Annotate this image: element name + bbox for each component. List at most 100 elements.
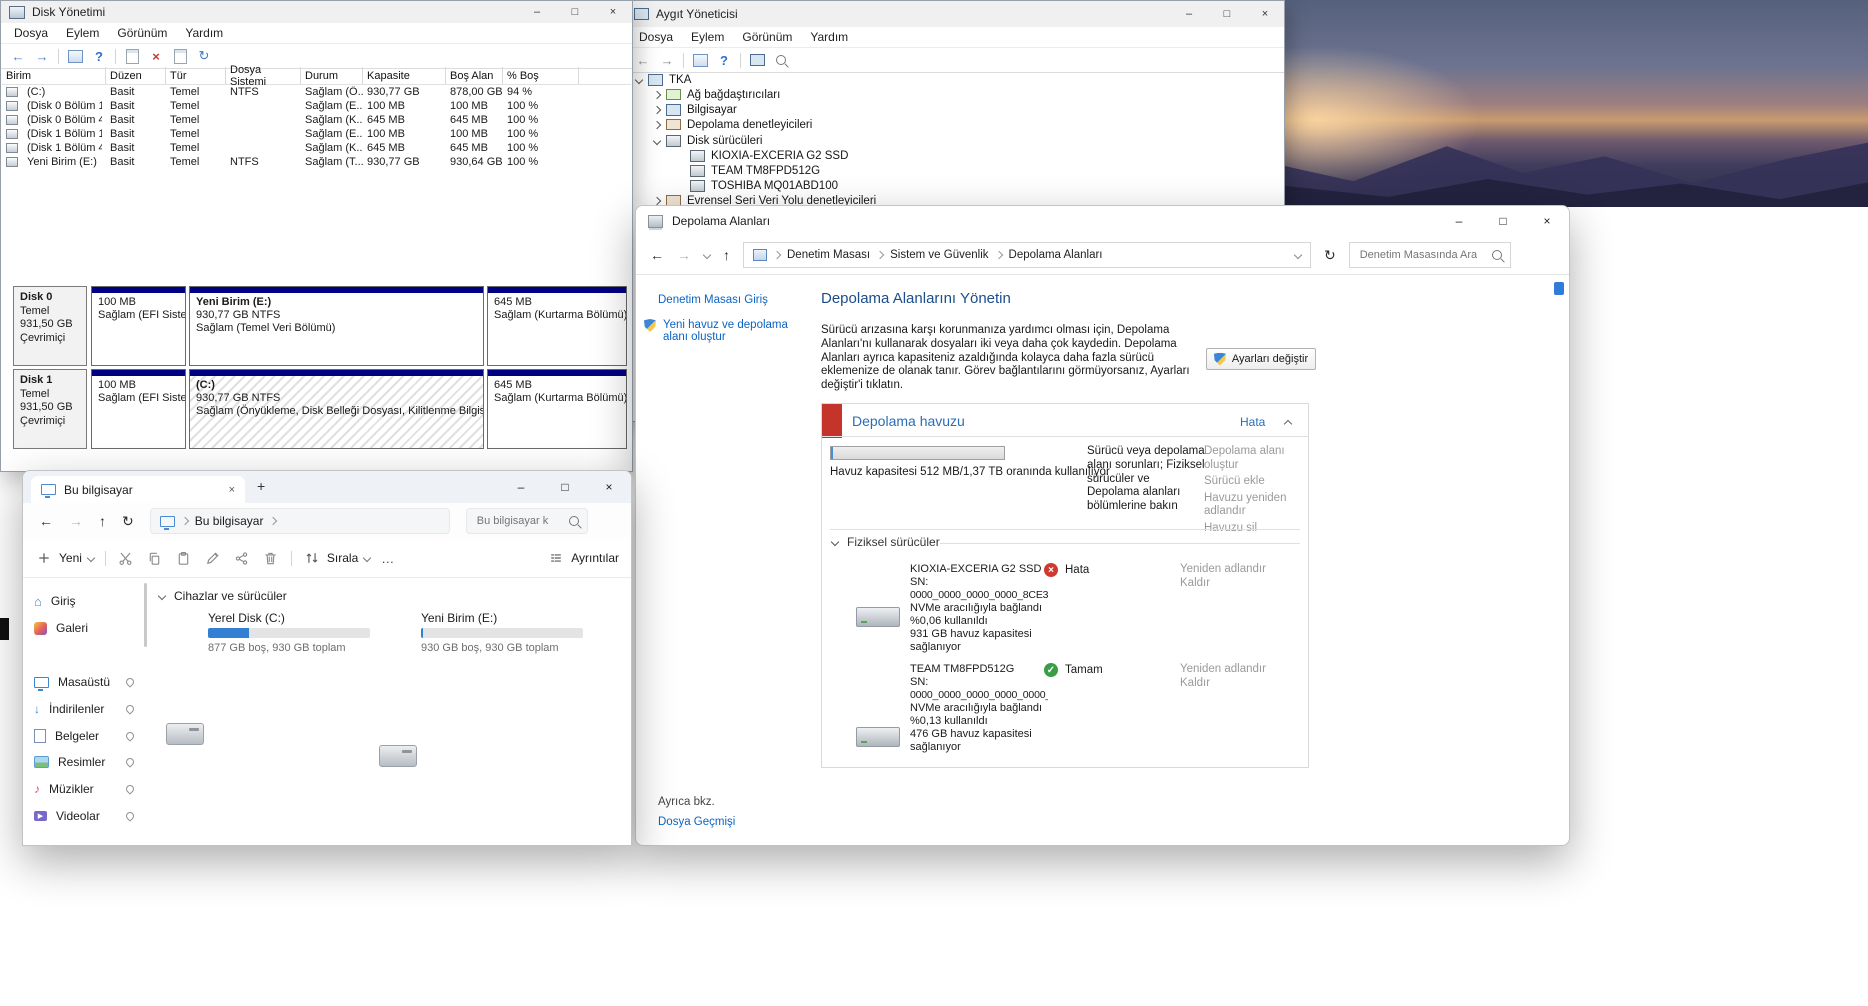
rename-pool-link[interactable]: Havuzu yeniden adlandır (1204, 492, 1304, 519)
up-icon[interactable]: ↑ (99, 514, 106, 528)
address-dropdown-chevron-icon[interactable] (1294, 251, 1302, 259)
create-pool-link[interactable]: Yeni havuz ve depolama alanı oluştur (644, 319, 812, 343)
sidebar-item-videos[interactable]: ▶ Videolar (27, 803, 141, 829)
remove-drive-link[interactable]: Kaldır (1180, 677, 1292, 691)
physical-drives-header[interactable]: Fiziksel sürücüler (832, 535, 940, 549)
remove-drive-link[interactable]: Kaldır (1180, 577, 1292, 591)
sidebar-item-desktop[interactable]: Masaüstü (27, 669, 141, 695)
table-row[interactable]: (Disk 0 Bölüm 1) BasitTemel Sağlam (E...… (2, 99, 631, 113)
collapsed-chevron-icon[interactable] (653, 120, 661, 128)
menu-gorunum[interactable]: Görünüm (108, 24, 176, 42)
sidebar-item-music[interactable]: ♪ Müzikler (27, 776, 141, 802)
collapsed-chevron-icon[interactable] (653, 105, 661, 113)
col-duzen[interactable]: Düzen (106, 67, 166, 84)
search-input[interactable] (1358, 248, 1486, 262)
copy-icon[interactable] (146, 549, 164, 567)
col-durum[interactable]: Durum (301, 67, 363, 84)
tab-this-pc[interactable]: Bu bilgisayar × (31, 476, 245, 503)
tab-close-icon[interactable]: × (229, 484, 235, 496)
col-dosya-sistemi[interactable]: Dosya Sistemi (226, 67, 301, 84)
new-tab-button[interactable]: + (257, 478, 265, 494)
rename-icon[interactable] (204, 549, 222, 567)
sidebar-item-pictures[interactable]: Resimler (27, 749, 141, 775)
table-row[interactable]: (C:) BasitTemel NTFSSağlam (Ö... 930,77 … (2, 85, 631, 99)
title-bar[interactable]: Aygıt Yöneticisi – □ × (626, 1, 1284, 27)
share-icon[interactable] (233, 549, 251, 567)
menu-eylem[interactable]: Eylem (682, 28, 733, 46)
new-button[interactable]: Yeni (35, 549, 94, 567)
title-bar[interactable]: Disk Yönetimi – □ × (1, 1, 632, 23)
refresh-icon[interactable]: ↻ (1324, 248, 1336, 262)
tree-item-storage-controllers[interactable]: Depolama denetleyicileri (654, 117, 812, 132)
help-icon[interactable]: ? (91, 48, 107, 64)
minimize-button[interactable]: – (499, 471, 543, 503)
menu-yardim[interactable]: Yardım (801, 28, 857, 46)
menu-eylem[interactable]: Eylem (57, 24, 108, 42)
control-panel-home-link[interactable]: Denetim Masası Giriş (658, 294, 768, 306)
cut-icon[interactable] (117, 549, 135, 567)
menu-dosya[interactable]: Dosya (5, 24, 57, 42)
col-kapasite[interactable]: Kapasite (363, 67, 446, 84)
col-pct-bos[interactable]: % Boş (503, 67, 579, 84)
breadcrumb-this-pc[interactable]: Bu bilgisayar (195, 514, 264, 528)
console-tree-icon[interactable] (67, 48, 83, 64)
details-view-button[interactable]: Ayrıntılar (547, 549, 619, 567)
close-button[interactable]: × (594, 1, 632, 23)
maximize-button[interactable]: □ (556, 1, 594, 23)
col-tur[interactable]: Tür (166, 67, 226, 84)
breadcrumb-control-panel[interactable]: Denetim Masası (787, 249, 870, 261)
pool-status-link[interactable]: Hata (1240, 415, 1265, 429)
menu-dosya[interactable]: Dosya (630, 28, 682, 46)
disk1-label[interactable]: Disk 1 Temel 931,50 GB Çevrimiçi (13, 369, 87, 449)
partition-disk1-efi[interactable]: 100 MBSağlam (EFI Sistem (91, 369, 186, 449)
maximize-button[interactable]: □ (1208, 1, 1246, 27)
create-storage-space-link[interactable]: Depolama alanı oluştur (1204, 445, 1304, 472)
table-row[interactable]: (Disk 1 Bölüm 1) BasitTemel Sağlam (E...… (2, 127, 631, 141)
collapsed-chevron-icon[interactable] (653, 90, 661, 98)
sidebar-item-gallery[interactable]: Galeri (27, 615, 141, 641)
forward-icon[interactable]: → (677, 248, 691, 262)
scan-hardware-icon[interactable] (773, 52, 789, 68)
close-button[interactable]: × (1246, 1, 1284, 27)
minimize-button[interactable]: – (1170, 1, 1208, 27)
rename-drive-link[interactable]: Yeniden adlandır (1180, 563, 1292, 577)
tree-item-network-adapters[interactable]: Ağ bağdaştırıcıları (654, 87, 780, 102)
drive-c-name[interactable]: Yerel Disk (C:) (208, 611, 285, 625)
close-button[interactable]: × (587, 471, 631, 503)
collapsed-chevron-icon[interactable] (653, 196, 661, 204)
menu-yardim[interactable]: Yardım (176, 24, 232, 42)
add-drive-link[interactable]: Sürücü ekle (1204, 475, 1304, 489)
disk0-label[interactable]: Disk 0 Temel 931,50 GB Çevrimiçi (13, 286, 87, 366)
address-bar[interactable]: Bu bilgisayar (150, 508, 450, 534)
tree-item-computer[interactable]: Bilgisayar (654, 102, 737, 117)
refresh-icon[interactable]: ↻ (196, 48, 212, 64)
delete-icon[interactable] (262, 549, 280, 567)
col-birim[interactable]: Birim (2, 67, 106, 84)
forward-icon[interactable]: → (659, 52, 675, 68)
breadcrumb-system-security[interactable]: Sistem ve Güvenlik (890, 249, 988, 261)
drive-e-icon[interactable] (379, 745, 417, 767)
more-options-button[interactable]: … (381, 551, 394, 566)
back-icon[interactable]: ← (10, 48, 26, 64)
expanded-chevron-icon[interactable] (635, 75, 643, 83)
tree-item-disk-drives[interactable]: Disk sürücüleri (654, 133, 762, 148)
table-row[interactable]: (Disk 1 Bölüm 4) BasitTemel Sağlam (K...… (2, 141, 631, 155)
console-tree-icon[interactable] (692, 52, 708, 68)
partition-disk0-efi[interactable]: 100 MBSağlam (EFI Sistem (91, 286, 186, 366)
drive-c-icon[interactable] (166, 723, 204, 745)
close-button[interactable]: × (1525, 206, 1569, 236)
forward-icon[interactable]: → (69, 514, 83, 528)
tree-item-toshiba-hdd[interactable]: TOSHIBA MQ01ABD100 (690, 178, 838, 193)
change-settings-button[interactable]: Ayarları değiştir (1206, 348, 1316, 370)
sort-button[interactable]: Sırala (303, 549, 370, 567)
rename-drive-link[interactable]: Yeniden adlandır (1180, 663, 1292, 677)
back-icon[interactable]: ← (635, 52, 651, 68)
partition-disk1-volume-c-selected[interactable]: (C:)930,77 GB NTFSSağlam (Önyükleme, Dis… (189, 369, 484, 449)
table-row[interactable]: (Disk 0 Bölüm 4) BasitTemel Sağlam (K...… (2, 113, 631, 127)
devices-and-drives-header[interactable]: Cihazlar ve sürücüler (159, 589, 287, 603)
maximize-button[interactable]: □ (1481, 206, 1525, 236)
file-history-link[interactable]: Dosya Geçmişi (658, 816, 735, 828)
menu-gorunum[interactable]: Görünüm (733, 28, 801, 46)
sidebar-item-documents[interactable]: Belgeler (27, 723, 141, 749)
tree-root-computer[interactable]: TKA (636, 72, 691, 87)
